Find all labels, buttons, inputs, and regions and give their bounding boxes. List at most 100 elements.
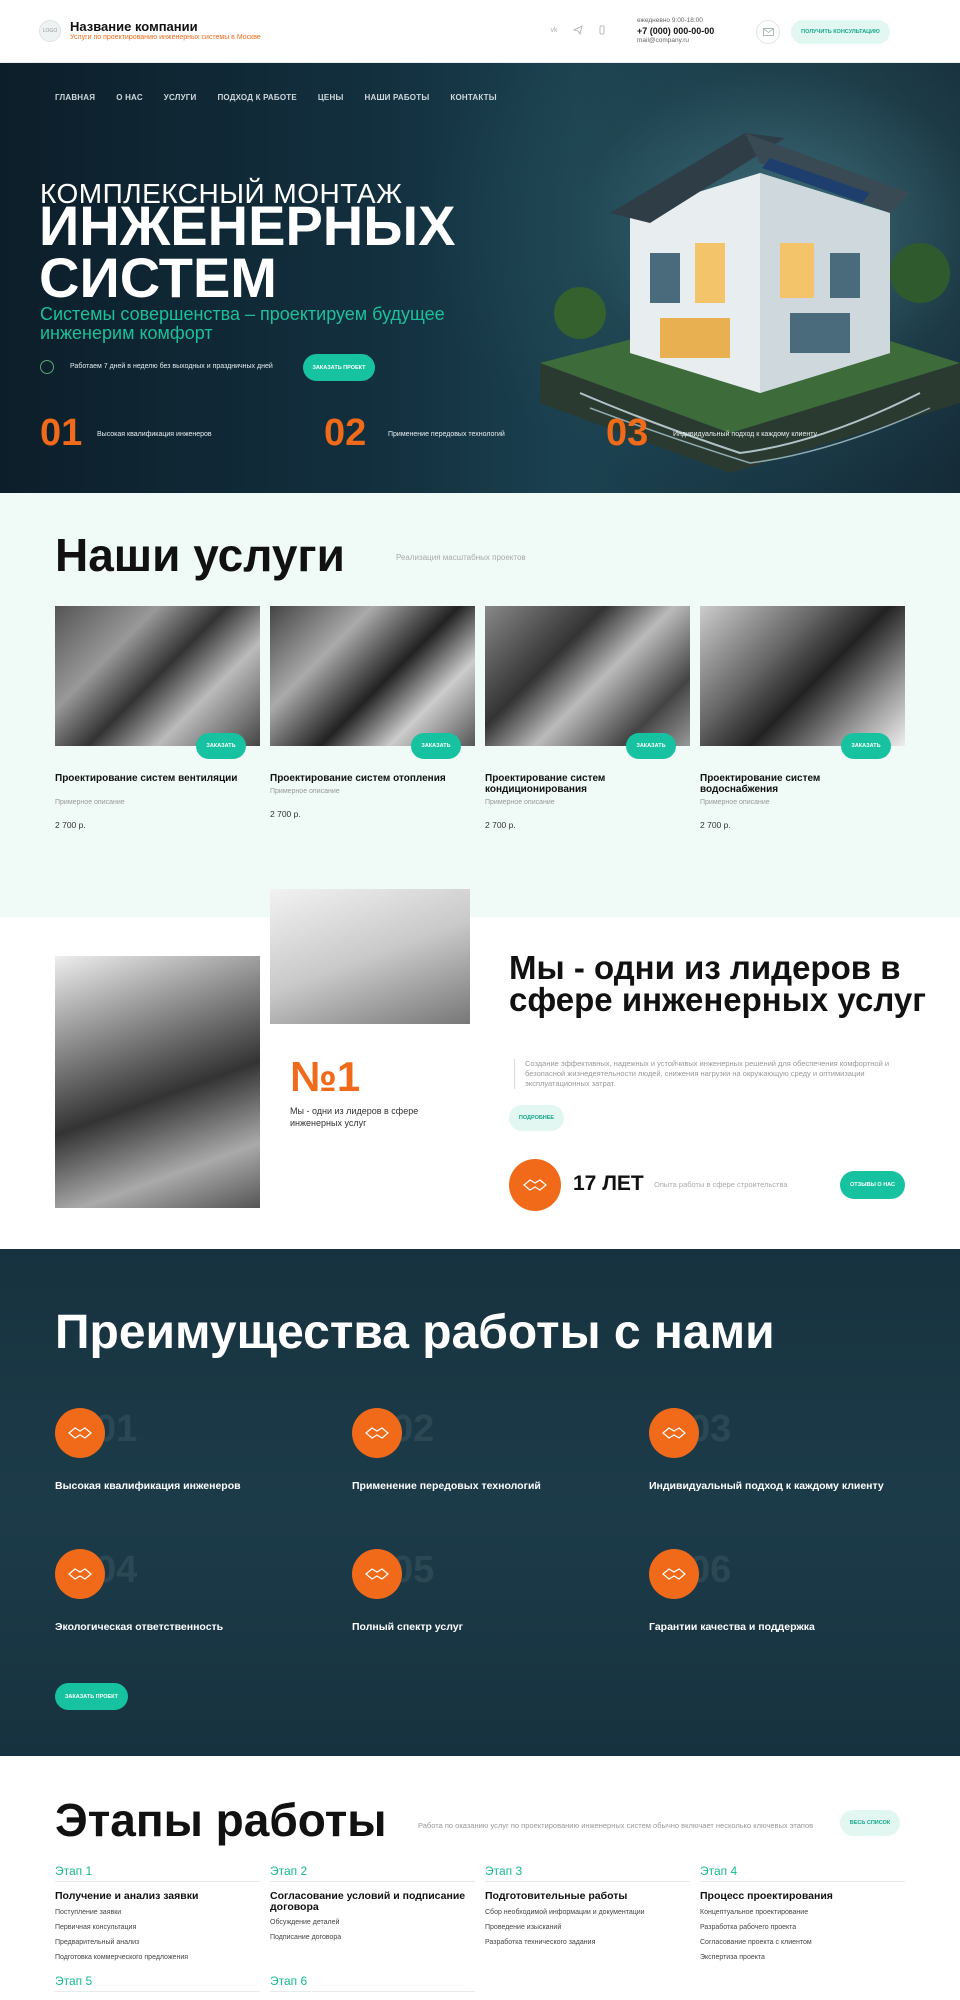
- company-logo[interactable]: LOGO: [39, 20, 61, 42]
- get-consultation-button[interactable]: ПОЛУЧИТЬ КОНСУЛЬТАЦИЮ: [791, 20, 890, 44]
- service-image: [700, 606, 905, 746]
- handshake-icon: [365, 1568, 389, 1580]
- stage-divider: [485, 1881, 690, 1882]
- leaders-description: Создание эффективных, надежных и устойчи…: [514, 1059, 906, 1089]
- advantage-icon: [352, 1408, 402, 1458]
- order-service-button[interactable]: ЗАКАЗАТЬ: [411, 733, 461, 759]
- nav-approach[interactable]: ПОДХОД К РАБОТЕ: [217, 93, 296, 102]
- email-link[interactable]: mail@company.ru: [637, 37, 689, 44]
- stage-label: Этап 2: [270, 1864, 308, 1878]
- stage-divider: [270, 1991, 475, 1992]
- whatsapp-icon[interactable]: [596, 25, 608, 37]
- service-title[interactable]: Проектирование систем отопления: [270, 773, 470, 784]
- stage-step: Экспертиза проекта: [700, 1954, 765, 1961]
- rank-text: Мы - одни из лидеров в сфере инженерных …: [290, 1106, 419, 1128]
- order-project-button[interactable]: ЗАКАЗАТЬ ПРОЕКТ: [303, 354, 375, 381]
- working-hours: ежедневно 9:00-18:00: [637, 17, 703, 24]
- advantage-text: Гарантии качества и поддержка: [649, 1621, 815, 1633]
- phone-link[interactable]: +7 (000) 000-00-00: [637, 26, 714, 36]
- hero-tagline: Системы совершенства – проектируем будущ…: [40, 304, 445, 343]
- service-card[interactable]: ЗАКАЗАТЬ Проектирование систем водоснабж…: [700, 606, 905, 836]
- rank-number: №1: [290, 1053, 361, 1100]
- site-header: LOGO Название компании Услуги по проекти…: [0, 0, 960, 63]
- stage-step: Проведение изысканий: [485, 1924, 562, 1931]
- stage-title: Процесс проектирования: [700, 1890, 833, 1902]
- advantage-text: Индивидуальный подход к каждому клиенту: [649, 1480, 884, 1492]
- hero-title-main: ИНЖЕНЕРНЫХ СИСТЕМ: [39, 194, 456, 309]
- hero-house-illustration: [500, 63, 960, 473]
- nav-home[interactable]: ГЛАВНАЯ: [55, 93, 95, 102]
- handshake-icon: [662, 1568, 686, 1580]
- nav-prices[interactable]: ЦЕНЫ: [318, 93, 344, 102]
- advantage-icon: [352, 1549, 402, 1599]
- handshake-icon: [662, 1427, 686, 1439]
- years-text: Опыта работы в сфере строительства: [654, 1180, 788, 1189]
- service-description: Примерное описание: [485, 799, 555, 806]
- reviews-button[interactable]: ОТЗЫВЫ О НАС: [840, 1171, 905, 1199]
- service-title[interactable]: Проектирование систем водоснабжения: [700, 773, 900, 795]
- stage-label: Этап 1: [55, 1864, 93, 1878]
- service-description: Примерное описание: [270, 788, 340, 795]
- engineer-photo: [55, 956, 260, 1208]
- stage-step: Сбор необходимой информации и документац…: [485, 1909, 645, 1916]
- nav-works[interactable]: НАШИ РАБОТЫ: [364, 93, 429, 102]
- stage-label: Этап 5: [55, 1974, 93, 1988]
- service-price: 2 700 р.: [270, 809, 301, 819]
- stage-step: Подписание договора: [270, 1934, 342, 1941]
- handshake-icon: [365, 1427, 389, 1439]
- advantages-title: Преимущества работы с нами: [55, 1306, 775, 1359]
- mail-button[interactable]: [756, 20, 780, 44]
- service-description: Примерное описание: [55, 799, 125, 806]
- stage-label: Этап 3: [485, 1864, 523, 1878]
- hero-feature-text: Применение передовых технологий: [388, 431, 505, 438]
- nav-contacts[interactable]: КОНТАКТЫ: [450, 93, 496, 102]
- stage-step: Предварительный анализ: [55, 1939, 140, 1946]
- service-image: [270, 606, 475, 746]
- more-button[interactable]: ПОДРОБНЕЕ: [509, 1105, 564, 1131]
- full-list-button[interactable]: ВЕСЬ СПИСОК: [840, 1810, 900, 1836]
- service-price: 2 700 р.: [55, 820, 86, 830]
- work-schedule-text: Работаем 7 дней в неделю без выходных и …: [70, 363, 273, 370]
- stage-step: Концептуальное проектирование: [700, 1909, 809, 1916]
- stage-label: Этап 6: [270, 1974, 308, 1988]
- stage-divider: [55, 1881, 260, 1882]
- stage-step: Поступление заявки: [55, 1909, 122, 1916]
- service-price: 2 700 р.: [485, 820, 516, 830]
- order-service-button[interactable]: ЗАКАЗАТЬ: [196, 733, 246, 759]
- years-value: 17 ЛЕТ: [573, 1172, 644, 1195]
- stage-divider: [55, 1991, 260, 1992]
- advantage-text: Экологическая ответственность: [55, 1621, 224, 1633]
- service-card[interactable]: ЗАКАЗАТЬ Проектирование систем отопления…: [270, 606, 475, 836]
- stage-label: Этап 4: [700, 1864, 738, 1878]
- service-description: Примерное описание: [700, 799, 770, 806]
- nav-about[interactable]: О НАС: [116, 93, 143, 102]
- telegram-icon[interactable]: [572, 25, 584, 37]
- nav-services[interactable]: УСЛУГИ: [164, 93, 197, 102]
- services-subtitle: Реализация масштабных проектов: [396, 553, 526, 562]
- service-title[interactable]: Проектирование систем вентиляции: [55, 773, 255, 784]
- phone-icon: [40, 360, 54, 374]
- advantage-icon: [55, 1408, 105, 1458]
- envelope-icon: [762, 28, 774, 36]
- service-title[interactable]: Проектирование систем кондиционирования: [485, 773, 685, 795]
- stage-title: Подготовительные работы: [485, 1890, 628, 1902]
- stages-title: Этапы работы: [55, 1794, 387, 1846]
- advantage-text: Полный спектр услуг: [352, 1621, 463, 1633]
- handshake-icon: [68, 1568, 92, 1580]
- stage-title: Получение и анализ заявки: [55, 1890, 199, 1902]
- order-service-button[interactable]: ЗАКАЗАТЬ: [626, 733, 676, 759]
- service-card[interactable]: ЗАКАЗАТЬ Проектирование систем кондицион…: [485, 606, 690, 836]
- service-image: [485, 606, 690, 746]
- order-project-button[interactable]: ЗАКАЗАТЬ ПРОЕКТ: [55, 1683, 128, 1710]
- service-card[interactable]: ЗАКАЗАТЬ Проектирование систем вентиляци…: [55, 606, 260, 836]
- order-service-button[interactable]: ЗАКАЗАТЬ: [841, 733, 891, 759]
- stage-step: Обсуждение деталей: [270, 1919, 340, 1926]
- main-nav: ГЛАВНАЯ О НАС УСЛУГИ ПОДХОД К РАБОТЕ ЦЕН…: [55, 93, 518, 102]
- advantage-text: Применение передовых технологий: [352, 1480, 541, 1492]
- hero-feature-text: Индивидуальный подход к каждому клиенту: [673, 431, 817, 438]
- vk-icon[interactable]: vk: [548, 25, 560, 37]
- house-model-photo: [270, 889, 470, 1024]
- company-name: Название компании: [70, 19, 198, 34]
- stage-step: Согласование проекта с клиентом: [700, 1939, 812, 1946]
- hero-feature-number: 02: [324, 412, 367, 454]
